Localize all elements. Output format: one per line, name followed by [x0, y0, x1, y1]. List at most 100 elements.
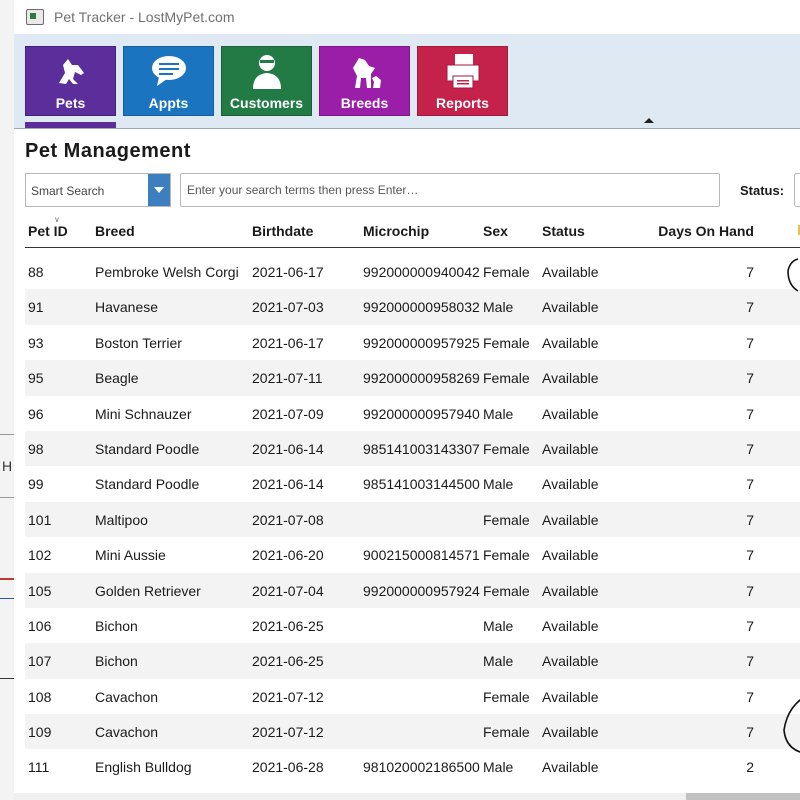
search-input[interactable] [180, 173, 720, 207]
column-header-microchip[interactable]: Microchip [363, 223, 429, 239]
cell-status: Available [542, 440, 599, 457]
table-row[interactable]: 98 Standard Poodle 2021-06-14 9851410031433… [25, 430, 800, 467]
table-row[interactable]: 105 Golden Retriever 2021-07-04 99200000095… [25, 572, 800, 608]
window-title: Pet Tracker - LostMyPet.com [54, 9, 235, 25]
cell-birthdate: 2021-06-14 [252, 476, 324, 493]
table-row[interactable]: 91 Havanese 2021-07-03 992000000958032 Male A… [25, 289, 800, 325]
cell-birthdate: 2021-06-25 [252, 653, 324, 670]
cell-status: Available [542, 405, 599, 422]
dog-icon [26, 51, 115, 91]
status-filter-select[interactable] [794, 173, 800, 207]
table-row[interactable]: 99 Standard Poodle 2021-06-14 9851410031445… [25, 466, 800, 501]
nav-reports-button[interactable]: Reports [417, 46, 508, 116]
column-header-sex[interactable]: Sex [483, 223, 508, 239]
dog-breeds-icon [320, 51, 409, 91]
cell-pet-id: 95 [28, 370, 44, 387]
cell-status: Available [542, 547, 599, 564]
cell-microchip: 981020002186500 [363, 759, 480, 776]
cell-pet-id: 111 [28, 759, 50, 776]
background-window-letter: H [2, 458, 13, 474]
horizontal-scrollbar[interactable] [14, 793, 800, 800]
smart-search-select[interactable]: Smart Search [25, 173, 171, 207]
table-row[interactable]: 96 Mini Schnauzer 2021-07-09 99200000095794… [25, 396, 800, 431]
cell-status: Available [542, 582, 599, 599]
cell-breed: Standard Poodle [95, 476, 200, 493]
cell-days-on-hand: 2 [746, 759, 754, 776]
nav-pets-button[interactable]: Pets [25, 46, 116, 116]
nav-appts-label: Appts [148, 95, 189, 111]
cell-microchip: 985141003144500 [363, 476, 480, 493]
cell-days-on-hand: 7 [746, 653, 754, 670]
table-row[interactable]: 108 Cavachon 2021-07-12 Female Available 7 [25, 679, 800, 714]
cell-pet-id: 108 [28, 688, 52, 705]
pen-annotation-stroke [787, 258, 799, 292]
cell-microchip: 992000000957925 [363, 334, 480, 351]
cell-birthdate: 2021-07-11 [252, 370, 323, 387]
collapse-ribbon-caret-icon[interactable] [644, 118, 654, 123]
cell-birthdate: 2021-07-09 [252, 405, 324, 422]
cell-pet-id: 109 [28, 724, 52, 741]
cell-status: Available [542, 653, 599, 670]
grid-body: 88 Pembroke Welsh Corgi 2021-06-17 99200000… [25, 254, 800, 785]
table-row[interactable]: 102 Mini Aussie 2021-06-20 900215000814571 F… [25, 537, 800, 572]
cell-breed: Havanese [95, 299, 159, 316]
background-gridline [0, 434, 14, 435]
nav-breeds-button[interactable]: Breeds [319, 46, 410, 116]
background-dark-line [0, 678, 14, 679]
background-red-line [0, 578, 14, 580]
cell-microchip: 992000000957940 [363, 405, 480, 422]
nav-toolbar: Pets Appts Customers Breeds Reports [14, 34, 800, 129]
cell-sex: Female [483, 688, 530, 705]
cell-breed: English Bulldog [95, 759, 192, 776]
chevron-down-icon[interactable] [148, 174, 170, 206]
printer-icon [418, 51, 507, 91]
cell-birthdate: 2021-06-20 [252, 547, 324, 564]
nav-customers-button[interactable]: Customers [221, 46, 312, 116]
column-header-birthdate[interactable]: Birthdate [252, 223, 313, 239]
cell-status: Available [542, 299, 599, 316]
nav-pets-label: Pets [55, 95, 86, 111]
cell-breed: Standard Poodle [95, 440, 200, 457]
table-row[interactable]: 106 Bichon 2021-06-25 Male Available 7 [25, 608, 800, 643]
background-window: H [0, 0, 15, 800]
table-row[interactable]: 107 Bichon 2021-06-25 Male Available 7 [25, 643, 800, 679]
cell-birthdate: 2021-07-04 [252, 582, 324, 599]
cell-birthdate: 2021-06-17 [252, 264, 324, 280]
nav-appts-button[interactable]: Appts [123, 46, 214, 116]
cell-days-on-hand: 7 [746, 511, 754, 528]
table-row[interactable]: 109 Cavachon 2021-07-12 Female Available 7 [25, 714, 800, 750]
cell-pet-id: 105 [28, 582, 52, 599]
cell-birthdate: 2021-06-25 [252, 617, 324, 634]
cell-sex: Female [483, 264, 530, 280]
table-row[interactable]: 111 English Bulldog 2021-06-28 981020002186… [25, 749, 800, 784]
cell-breed: Beagle [95, 370, 139, 387]
table-row[interactable]: 101 Maltipoo 2021-07-08 Female Available 7 [25, 501, 800, 538]
column-header-breed[interactable]: Breed [95, 223, 135, 239]
scrollbar-thumb[interactable] [686, 793, 800, 800]
active-tab-indicator [25, 122, 116, 128]
cell-pet-id: 96 [28, 405, 44, 422]
cell-sex: Female [483, 334, 530, 351]
table-row[interactable]: 88 Pembroke Welsh Corgi 2021-06-17 99200000… [25, 254, 800, 289]
cell-status: Available [542, 476, 599, 493]
status-filter-label: Status: [740, 183, 785, 198]
column-header-pet-id[interactable]: Pet ID [28, 223, 68, 239]
cell-microchip: 992000000940042 [363, 264, 480, 280]
app-icon [26, 9, 44, 25]
cell-breed: Boston Terrier [95, 334, 182, 351]
column-header-status[interactable]: Status [542, 223, 585, 239]
cell-breed: Cavachon [95, 688, 159, 705]
table-row[interactable]: 93 Boston Terrier 2021-06-17 99200000095792… [25, 325, 800, 360]
cell-breed: Bichon [95, 653, 138, 670]
cell-days-on-hand: 7 [746, 724, 754, 741]
cell-microchip: 992000000957924 [363, 582, 480, 599]
cell-status: Available [542, 688, 599, 705]
grid-header: ∨ Pet ID Breed Birthdate Microchip Sex S… [25, 213, 800, 248]
column-header-days-on-hand[interactable]: Days On Hand [645, 223, 754, 239]
table-row[interactable]: 95 Beagle 2021-07-11 992000000958269 Female A… [25, 360, 800, 396]
cell-birthdate: 2021-07-08 [252, 511, 324, 528]
cell-status: Available [542, 617, 599, 634]
background-gridline [0, 497, 14, 498]
app-window: Pet Tracker - LostMyPet.com Pets Appts C… [14, 0, 800, 800]
cell-days-on-hand: 7 [746, 299, 754, 316]
